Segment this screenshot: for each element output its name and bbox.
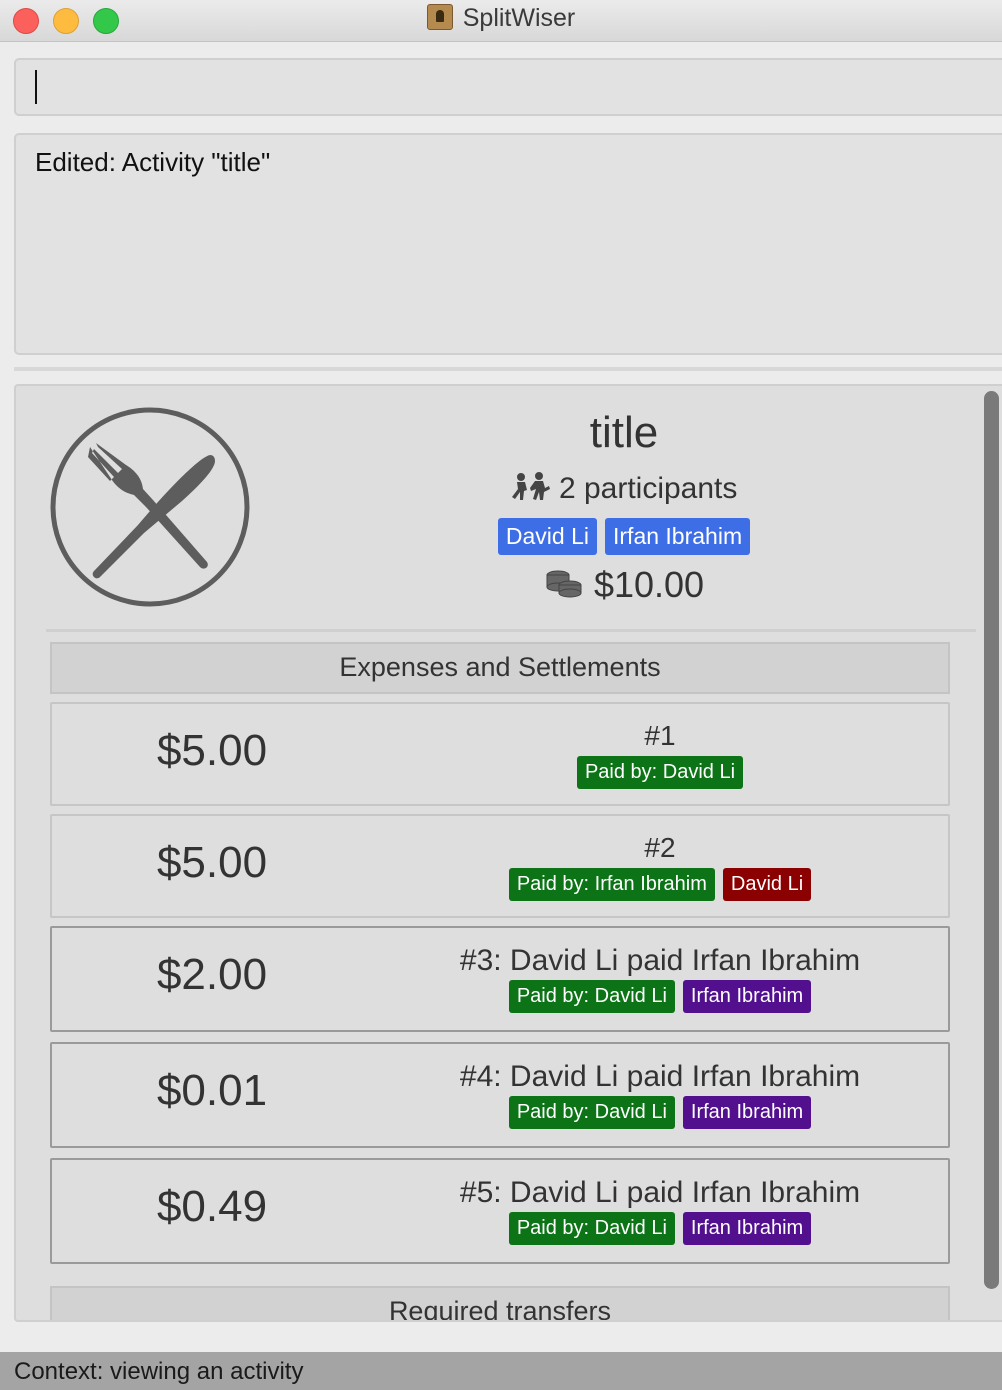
activity-title: title: [589, 408, 659, 457]
settlement-card[interactable]: $0.49 #5: David Li paid Irfan Ibrahim Pa…: [50, 1158, 950, 1264]
involved-tag: David Li: [722, 868, 812, 901]
status-text: Context: viewing an activity: [14, 1358, 304, 1385]
settlement-card[interactable]: $0.01 #4: David Li paid Irfan Ibrahim Pa…: [50, 1042, 950, 1148]
expense-tags: Paid by: David Li Irfan Ibrahim: [410, 1096, 910, 1129]
result-text: Edited: Activity "title": [35, 147, 271, 177]
payee-tag: Irfan Ibrahim: [682, 980, 812, 1013]
activity-panel[interactable]: title 2 participants David Li Irfan Ibrah…: [14, 384, 1002, 1322]
expense-amount: $5.00: [156, 726, 268, 775]
settlement-card[interactable]: $2.00 #3: David Li paid Irfan Ibrahim Pa…: [50, 926, 950, 1032]
expense-amount: $5.00: [156, 838, 268, 887]
result-display[interactable]: Edited: Activity "title": [14, 133, 1002, 355]
activity-total: $10.00: [593, 564, 705, 605]
expense-amount: $0.49: [156, 1182, 268, 1231]
divider: [14, 367, 1002, 371]
expense-amount: $2.00: [156, 950, 268, 999]
payee-tag: Irfan Ibrahim: [682, 1096, 812, 1129]
status-bar: Context: viewing an activity: [0, 1352, 1002, 1390]
paid-by-tag: Paid by: David Li: [576, 756, 744, 789]
participants-row: 2 participants: [424, 472, 824, 506]
command-input[interactable]: [14, 58, 1002, 116]
people-icon: [511, 472, 559, 505]
expenses-section-header: Expenses and Settlements: [50, 642, 950, 694]
participant-tag: David Li: [497, 518, 597, 555]
participant-tags: David Li Irfan Ibrahim: [424, 518, 824, 555]
expense-description: #1: [644, 720, 676, 751]
window-title-container: SplitWiser: [0, 4, 1002, 33]
participants-count: 2 participants: [558, 472, 738, 505]
paid-by-tag: Paid by: David Li: [508, 1212, 675, 1245]
expense-description: #5: David Li paid Irfan Ibrahim: [459, 1176, 861, 1209]
expense-tags: Paid by: Irfan Ibrahim David Li: [410, 868, 910, 901]
expense-description: #2: [644, 832, 676, 863]
expense-amount: $0.01: [156, 1066, 268, 1115]
transfers-section-header: Required transfers: [50, 1286, 950, 1320]
expense-tags: Paid by: David Li Irfan Ibrahim: [410, 980, 910, 1013]
utensils-plate-icon: [50, 407, 250, 607]
payee-tag: Irfan Ibrahim: [682, 1212, 812, 1245]
window-title: SplitWiser: [462, 4, 576, 32]
divider: [46, 629, 976, 632]
expense-tags: Paid by: David Li Irfan Ibrahim: [410, 1212, 910, 1245]
expense-card[interactable]: $5.00 #2 Paid by: Irfan Ibrahim David Li: [50, 814, 950, 918]
coins-icon: [544, 564, 594, 605]
expense-description: #4: David Li paid Irfan Ibrahim: [459, 1060, 861, 1093]
text-cursor: [35, 70, 37, 104]
contacts-app-icon: [426, 4, 453, 30]
participant-tag: Irfan Ibrahim: [605, 518, 751, 555]
paid-by-tag: Paid by: David Li: [508, 1096, 675, 1129]
paid-by-tag: Paid by: Irfan Ibrahim: [508, 868, 715, 901]
expense-card[interactable]: $5.00 #1 Paid by: David Li: [50, 702, 950, 806]
expense-description: #3: David Li paid Irfan Ibrahim: [459, 944, 861, 977]
paid-by-tag: Paid by: David Li: [508, 980, 675, 1013]
window-titlebar: SplitWiser: [0, 0, 1002, 42]
expense-tags: Paid by: David Li: [410, 756, 910, 789]
activity-total-row: $10.00: [424, 564, 824, 606]
vertical-scrollbar[interactable]: [984, 391, 999, 1289]
